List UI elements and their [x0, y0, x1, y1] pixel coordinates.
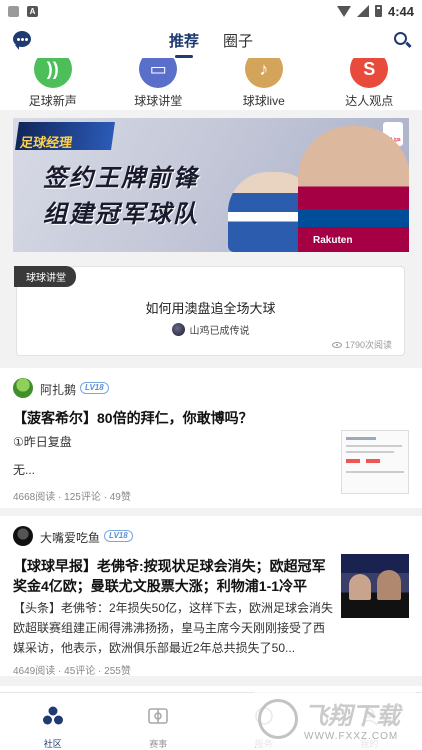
- tab-circles[interactable]: 圈子: [211, 30, 265, 51]
- author-name: 山鸡已成传说: [189, 326, 250, 337]
- status-bar: A 4:44: [0, 0, 422, 22]
- post-card[interactable]: 阿扎鹅 LV18 【菠客希尔】80倍的拜仁，你敢博吗？ ①昨日复盘 无... 4…: [0, 368, 422, 508]
- tab-community[interactable]: 社区: [0, 693, 106, 750]
- player-image: [298, 126, 409, 252]
- watermark: 飞翔下载 WWW.FXXZ.COM: [254, 690, 416, 748]
- tab-recommend[interactable]: 推荐: [157, 30, 211, 51]
- course-card[interactable]: 球球讲堂 如何用澳盘追全场大球 山鸡已成传说 1790次阅读: [14, 266, 405, 356]
- post-body: 媒采访，他表示，欧洲俱乐部最近2年总共损失了50...: [13, 641, 296, 655]
- quick-link-classroom[interactable]: ▭ 球球讲堂: [113, 58, 203, 110]
- banner-headline: 签约王牌前锋: [43, 165, 199, 192]
- quick-link-label: 球球live: [242, 94, 285, 108]
- author-avatar: [171, 323, 185, 336]
- views-count: 1790次阅读: [344, 340, 392, 350]
- post-body: ①昨日复盘: [13, 435, 72, 449]
- search-icon[interactable]: [394, 32, 407, 45]
- post-stats: 4649阅读 · 45评论 · 255赞: [13, 666, 131, 677]
- post-title: 奖金4亿欧；曼联尤文股票大涨；利物浦1-1冷平: [13, 578, 308, 594]
- post-card[interactable]: 大嘴爱吃鱼 LV18 【球球早报】老佛爷:按现状足球会消失；欧超冠军 奖金4亿欧…: [0, 516, 422, 677]
- wifi-icon: [336, 5, 351, 17]
- post-stats: 4668阅读 · 125评论 · 49赞: [13, 492, 131, 503]
- post-body: 无...: [13, 463, 36, 477]
- eye-icon: [331, 341, 342, 348]
- battery-icon: [374, 5, 382, 17]
- classroom-icon: ▭: [139, 58, 178, 88]
- notification-icon: [8, 5, 19, 17]
- watermark-url: WWW.FXXZ.COM: [304, 731, 399, 742]
- sponsor-text: Rakuten: [313, 235, 353, 246]
- community-icon: [42, 706, 63, 725]
- avatar[interactable]: [13, 526, 33, 546]
- quick-link-label: 足球新声: [28, 94, 77, 108]
- quick-link-label: 达人观点: [345, 94, 394, 108]
- chat-icon[interactable]: [13, 31, 31, 50]
- tab-matches[interactable]: 赛事: [106, 693, 212, 750]
- post-body: 【头条】老佛爷：2年损失50亿，这样下去，欧洲足球会消失: [13, 601, 334, 615]
- promo-banner[interactable]: 足球经理 LaLiga 签约王牌前锋 组建冠军球队 Rakuten: [13, 118, 409, 252]
- wifi-broadcast-icon: )): [33, 58, 72, 88]
- quick-link-experts[interactable]: S 达人观点: [324, 58, 414, 110]
- quick-links: )) 足球新声 ▭ 球球讲堂 ♪ 球球live S 达人观点: [0, 58, 422, 110]
- feed[interactable]: )) 足球新声 ▭ 球球讲堂 ♪ 球球live S 达人观点 足球经理 LaLi…: [0, 58, 422, 692]
- post-thumbnail[interactable]: [341, 554, 409, 618]
- post-title: 【球球早报】老佛爷:按现状足球会消失；欧超冠军: [13, 558, 326, 574]
- signal-icon: [356, 5, 369, 17]
- tab-label: 赛事: [149, 739, 168, 749]
- level-badge: LV18: [80, 382, 109, 394]
- music-note-icon: ♪: [244, 58, 283, 88]
- game-logo: 足球经理: [15, 122, 115, 150]
- watermark-text: 飞翔下载: [304, 703, 400, 730]
- avatar[interactable]: [13, 378, 33, 398]
- course-views: 1790次阅读: [331, 338, 392, 351]
- s-icon: S: [350, 58, 389, 88]
- matches-icon: [148, 708, 169, 724]
- post-body: 欧超联赛组建正闹得沸沸扬扬，皇马主席今天刚刚接受了西: [13, 621, 326, 635]
- watermark-logo-icon: [258, 699, 298, 739]
- quick-link-football-voice[interactable]: )) 足球新声: [8, 58, 98, 110]
- top-nav: 推荐 圈子: [0, 22, 422, 58]
- level-badge: LV18: [104, 530, 133, 542]
- post-thumbnail[interactable]: [341, 430, 409, 494]
- quick-link-live[interactable]: ♪ 球球live: [219, 58, 309, 110]
- course-badge: 球球讲堂: [14, 266, 76, 287]
- course-title: 如何用澳盘追全场大球: [145, 301, 276, 316]
- banner-subheadline: 组建冠军球队: [43, 201, 199, 228]
- post-title: 【菠客希尔】80倍的拜仁，你敢博吗？: [13, 410, 253, 426]
- username[interactable]: 大嘴爱吃鱼: [40, 529, 100, 546]
- tab-label: 社区: [43, 739, 62, 749]
- clock: 4:44: [387, 3, 414, 19]
- app-notification-icon: A: [27, 5, 38, 17]
- username[interactable]: 阿扎鹅: [40, 381, 76, 398]
- course-author: 山鸡已成传说: [17, 322, 404, 337]
- quick-link-label: 球球讲堂: [134, 94, 183, 108]
